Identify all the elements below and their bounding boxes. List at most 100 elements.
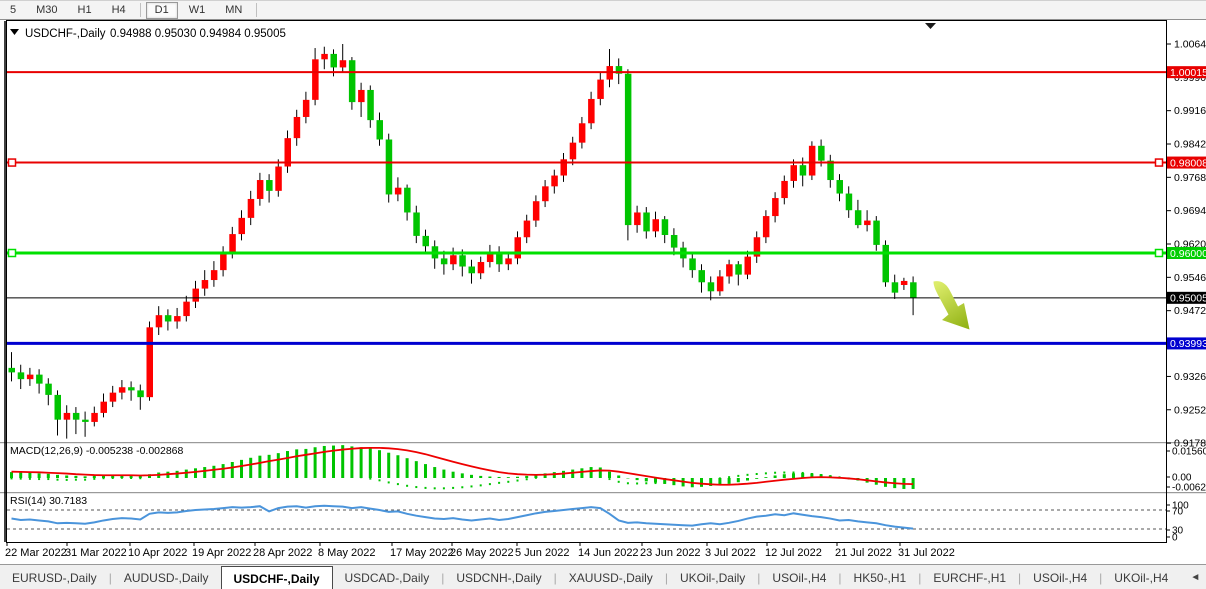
candle-body <box>294 117 301 138</box>
price-tick-label: 0.92520 <box>1174 404 1206 416</box>
chart-ohlc-values: 0.94988 0.95030 0.94984 0.95005 <box>110 28 286 40</box>
candle-body <box>55 395 62 420</box>
candle-body <box>367 90 374 120</box>
candle-body <box>791 165 798 181</box>
timeframe-button-m30[interactable]: M30 <box>27 2 66 19</box>
macd-dot <box>231 472 233 474</box>
macd-dot <box>241 471 243 473</box>
candle-body <box>883 245 890 282</box>
candle-body <box>505 258 512 264</box>
hline-handle[interactable] <box>1156 250 1163 257</box>
candle-body <box>73 413 80 420</box>
macd-dot <box>737 475 739 477</box>
candle-body <box>82 420 89 422</box>
candle-body <box>266 180 273 191</box>
candle-body <box>395 188 402 195</box>
date-label: 14 Jun 2022 <box>578 547 639 559</box>
macd-dot <box>673 482 675 484</box>
candle-body <box>671 235 678 248</box>
tab-usoil-h4[interactable]: USOil-,H4 <box>760 565 838 589</box>
timeframe-button-h4[interactable]: H4 <box>103 2 135 19</box>
macd-dot <box>425 487 427 489</box>
macd-dot <box>250 470 252 472</box>
chart-canvas[interactable]: 1.006400.999000.991600.984200.976800.969… <box>0 20 1206 563</box>
macd-dot <box>756 473 758 475</box>
macd-dot <box>130 477 132 479</box>
macd-dot <box>710 479 712 481</box>
candle-body <box>18 372 25 379</box>
candle-body <box>772 198 779 216</box>
timeframe-button-h1[interactable]: H1 <box>69 2 101 19</box>
candle-body <box>211 270 218 280</box>
price-tick-label: 0.94720 <box>1174 305 1206 317</box>
tab-ukoil-h4[interactable]: UKOil-,H4 <box>1102 565 1180 589</box>
tab-usdchf-daily[interactable]: USDCHF-,Daily <box>221 566 333 589</box>
tab-hk50-h1[interactable]: HK50-,H1 <box>842 565 919 589</box>
macd-dot <box>112 477 114 479</box>
tab-usdcnh-daily[interactable]: USDCNH-,Daily <box>444 565 553 589</box>
price-tick-label: 0.98420 <box>1174 139 1206 151</box>
tab-xauusd-daily[interactable]: XAUUSD-,Daily <box>557 565 665 589</box>
candle-body <box>597 80 604 99</box>
timeframe-button-mn[interactable]: MN <box>216 2 251 19</box>
macd-dot <box>461 486 463 488</box>
hline-handle[interactable] <box>9 250 16 257</box>
macd-dot <box>572 474 574 476</box>
candle-body <box>156 315 163 327</box>
candle-body <box>183 302 190 316</box>
candle-body <box>634 212 641 225</box>
candle-body <box>450 255 457 264</box>
macd-dot <box>93 478 95 480</box>
macd-dot <box>581 473 583 475</box>
timeframe-button-d1[interactable]: D1 <box>146 2 178 19</box>
candle-body <box>257 180 264 199</box>
macd-dot <box>664 482 666 484</box>
tab-usoil-h4[interactable]: USOil-,H4 <box>1021 565 1099 589</box>
candle-body <box>653 219 660 231</box>
candle-body <box>846 194 853 211</box>
tab-scroll-left-icon[interactable]: ◄ <box>1190 572 1200 583</box>
price-tag-label: 1.00015 <box>1170 67 1206 79</box>
timeframe-button-5[interactable]: 5 <box>1 2 25 19</box>
candle-body <box>303 100 310 117</box>
candle-body <box>855 210 862 225</box>
macd-dot <box>434 487 436 489</box>
macd-dot <box>84 479 86 481</box>
candle-body <box>726 264 733 276</box>
toolbar-separator <box>256 3 257 17</box>
candle-body <box>239 218 246 234</box>
date-label: 23 Jun 2022 <box>640 547 701 559</box>
timeframe-button-w1[interactable]: W1 <box>180 2 215 19</box>
tab-usdcad-daily[interactable]: USDCAD-,Daily <box>333 565 442 589</box>
macd-dot <box>802 472 804 474</box>
price-tag-label: 0.95005 <box>1170 293 1206 305</box>
macd-dot <box>774 472 776 474</box>
candle-body <box>36 375 43 384</box>
tab-audusd-daily[interactable]: AUDUSD-,Daily <box>112 565 221 589</box>
macd-dot <box>489 483 491 485</box>
tab-eurchf-h1[interactable]: EURCHF-,H1 <box>921 565 1018 589</box>
rsi-label: RSI(14) 30.7183 <box>10 495 87 507</box>
macd-dot <box>222 472 224 474</box>
macd-dot <box>369 478 371 480</box>
tab-eurusd-daily[interactable]: EURUSD-,Daily <box>0 565 109 589</box>
candle-body <box>340 60 347 67</box>
macd-dot <box>259 470 261 472</box>
timeframe-toolbar: 5M30H1H4 D1W1MN <box>0 1 1206 20</box>
candle-body <box>312 59 319 100</box>
tab-ukoil-daily[interactable]: UKOil-,Daily <box>668 565 757 589</box>
candle-body <box>459 255 466 266</box>
candle-body <box>892 282 899 292</box>
macd-dot <box>75 479 77 481</box>
candle-body <box>9 368 16 373</box>
candle-body <box>202 280 209 289</box>
macd-label: MACD(12,26,9) -0.005238 -0.002868 <box>10 445 184 457</box>
hline-handle[interactable] <box>1156 159 1163 166</box>
candle-body <box>515 237 522 258</box>
candle-body <box>128 387 135 390</box>
price-tick-label: 0.96940 <box>1174 205 1206 217</box>
macd-dot <box>719 477 721 479</box>
candle-body <box>147 327 154 397</box>
hline-handle[interactable] <box>9 159 16 166</box>
candle-body <box>873 221 880 245</box>
